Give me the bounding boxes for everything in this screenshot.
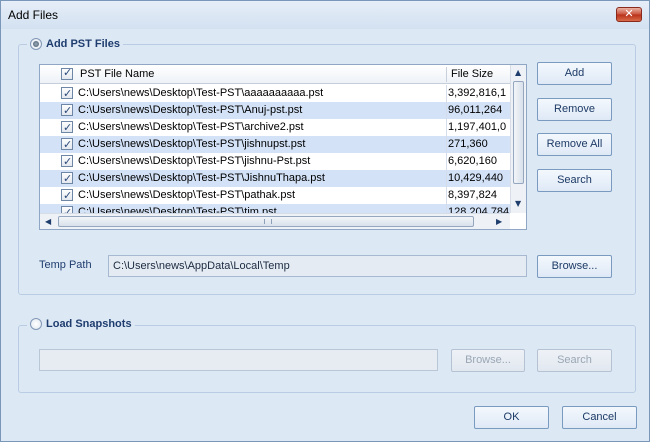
file-name-cell: C:\Users\news\Desktop\Test-PST\Anuj-pst.… [78, 104, 303, 116]
file-size-cell: 8,397,824 [448, 189, 497, 201]
pst-file-grid: PST File Name File Size C:\Users\news\De… [39, 64, 527, 230]
scroll-up-icon[interactable]: ▲ [515, 68, 521, 77]
scroll-down-icon[interactable]: ▼ [515, 199, 521, 208]
row-checkbox[interactable] [61, 119, 73, 136]
column-divider [446, 85, 447, 213]
vertical-scroll-thumb[interactable] [513, 81, 524, 184]
row-checkbox[interactable] [61, 187, 73, 204]
horizontal-scrollbar[interactable]: ◀ ▶ [40, 213, 510, 229]
ok-button[interactable]: OK [474, 406, 549, 429]
scroll-grip-icon [264, 219, 272, 224]
column-header-file-name[interactable]: PST File Name [76, 65, 444, 84]
snapshot-browse-button[interactable]: Browse... [451, 349, 525, 372]
select-all-checkbox[interactable] [61, 66, 73, 80]
add-files-dialog: Add Files ✕ Add PST Files PST File Name … [0, 0, 650, 442]
file-size-cell: 96,011,264 [448, 104, 503, 116]
file-size-cell: 10,429,440 [448, 172, 504, 184]
file-name-cell: C:\Users\news\Desktop\Test-PST\JishnuTha… [78, 172, 325, 184]
table-row[interactable]: C:\Users\news\Desktop\Test-PST\aaaaaaaaa… [40, 85, 510, 102]
row-checkbox[interactable] [61, 153, 73, 170]
table-row[interactable]: C:\Users\news\Desktop\Test-PST\jishnu-Ps… [40, 153, 510, 170]
vertical-scrollbar[interactable]: ▲ ▼ [510, 65, 526, 213]
window-title: Add Files [8, 8, 59, 22]
file-size-cell: 271,360 [448, 138, 488, 150]
add-pst-radio-header[interactable]: Add PST Files [27, 38, 123, 50]
file-name-cell: C:\Users\news\Desktop\Test-PST\aaaaaaaaa… [78, 87, 324, 99]
snapshot-path-field[interactable] [39, 349, 438, 371]
temp-path-field[interactable]: C:\Users\news\AppData\Local\Temp [108, 255, 527, 277]
add-pst-label: Add PST Files [46, 38, 120, 50]
row-checkbox[interactable] [61, 85, 73, 102]
search-button[interactable]: Search [537, 169, 612, 192]
row-checkbox[interactable] [61, 102, 73, 119]
grid-header: PST File Name File Size [40, 65, 510, 84]
remove-all-button[interactable]: Remove All [537, 133, 612, 156]
file-name-cell: C:\Users\news\Desktop\Test-PST\pathak.ps… [78, 189, 296, 201]
load-snapshots-radio[interactable] [30, 318, 42, 330]
close-button[interactable]: ✕ [616, 7, 642, 22]
temp-path-label: Temp Path [39, 259, 92, 271]
temp-path-browse-button[interactable]: Browse... [537, 255, 612, 278]
row-checkbox[interactable] [61, 136, 73, 153]
horizontal-scroll-thumb[interactable] [58, 216, 474, 227]
scroll-left-icon[interactable]: ◀ [45, 217, 51, 226]
add-pst-radio[interactable] [30, 38, 42, 50]
table-row[interactable]: C:\Users\news\Desktop\Test-PST\JishnuTha… [40, 170, 510, 187]
column-header-file-size[interactable]: File Size [447, 65, 509, 84]
table-row[interactable]: C:\Users\news\Desktop\Test-PST\Anuj-pst.… [40, 102, 510, 119]
row-checkbox[interactable] [61, 170, 73, 187]
load-snapshots-label: Load Snapshots [46, 318, 132, 330]
remove-button[interactable]: Remove [537, 98, 612, 121]
file-name-cell: C:\Users\news\Desktop\Test-PST\jishnupst… [78, 138, 306, 150]
title-bar: Add Files ✕ [1, 1, 649, 29]
file-size-cell: 6,620,160 [448, 155, 497, 167]
scroll-right-icon[interactable]: ▶ [496, 217, 502, 226]
table-row[interactable]: C:\Users\news\Desktop\Test-PST\pathak.ps… [40, 187, 510, 204]
file-size-cell: 3,392,816,1 [448, 87, 507, 99]
file-name-cell: C:\Users\news\Desktop\Test-PST\jishnu-Ps… [78, 155, 311, 167]
snapshot-search-button[interactable]: Search [537, 349, 612, 372]
table-row[interactable]: C:\Users\news\Desktop\Test-PST\archive2.… [40, 119, 510, 136]
load-snapshots-radio-header[interactable]: Load Snapshots [27, 318, 135, 330]
cancel-button[interactable]: Cancel [562, 406, 637, 429]
file-size-cell: 1,197,401,0 [448, 121, 507, 133]
add-button[interactable]: Add [537, 62, 612, 85]
file-name-cell: C:\Users\news\Desktop\Test-PST\archive2.… [78, 121, 304, 133]
table-row[interactable]: C:\Users\news\Desktop\Test-PST\jishnupst… [40, 136, 510, 153]
radio-selected-dot [33, 41, 39, 47]
